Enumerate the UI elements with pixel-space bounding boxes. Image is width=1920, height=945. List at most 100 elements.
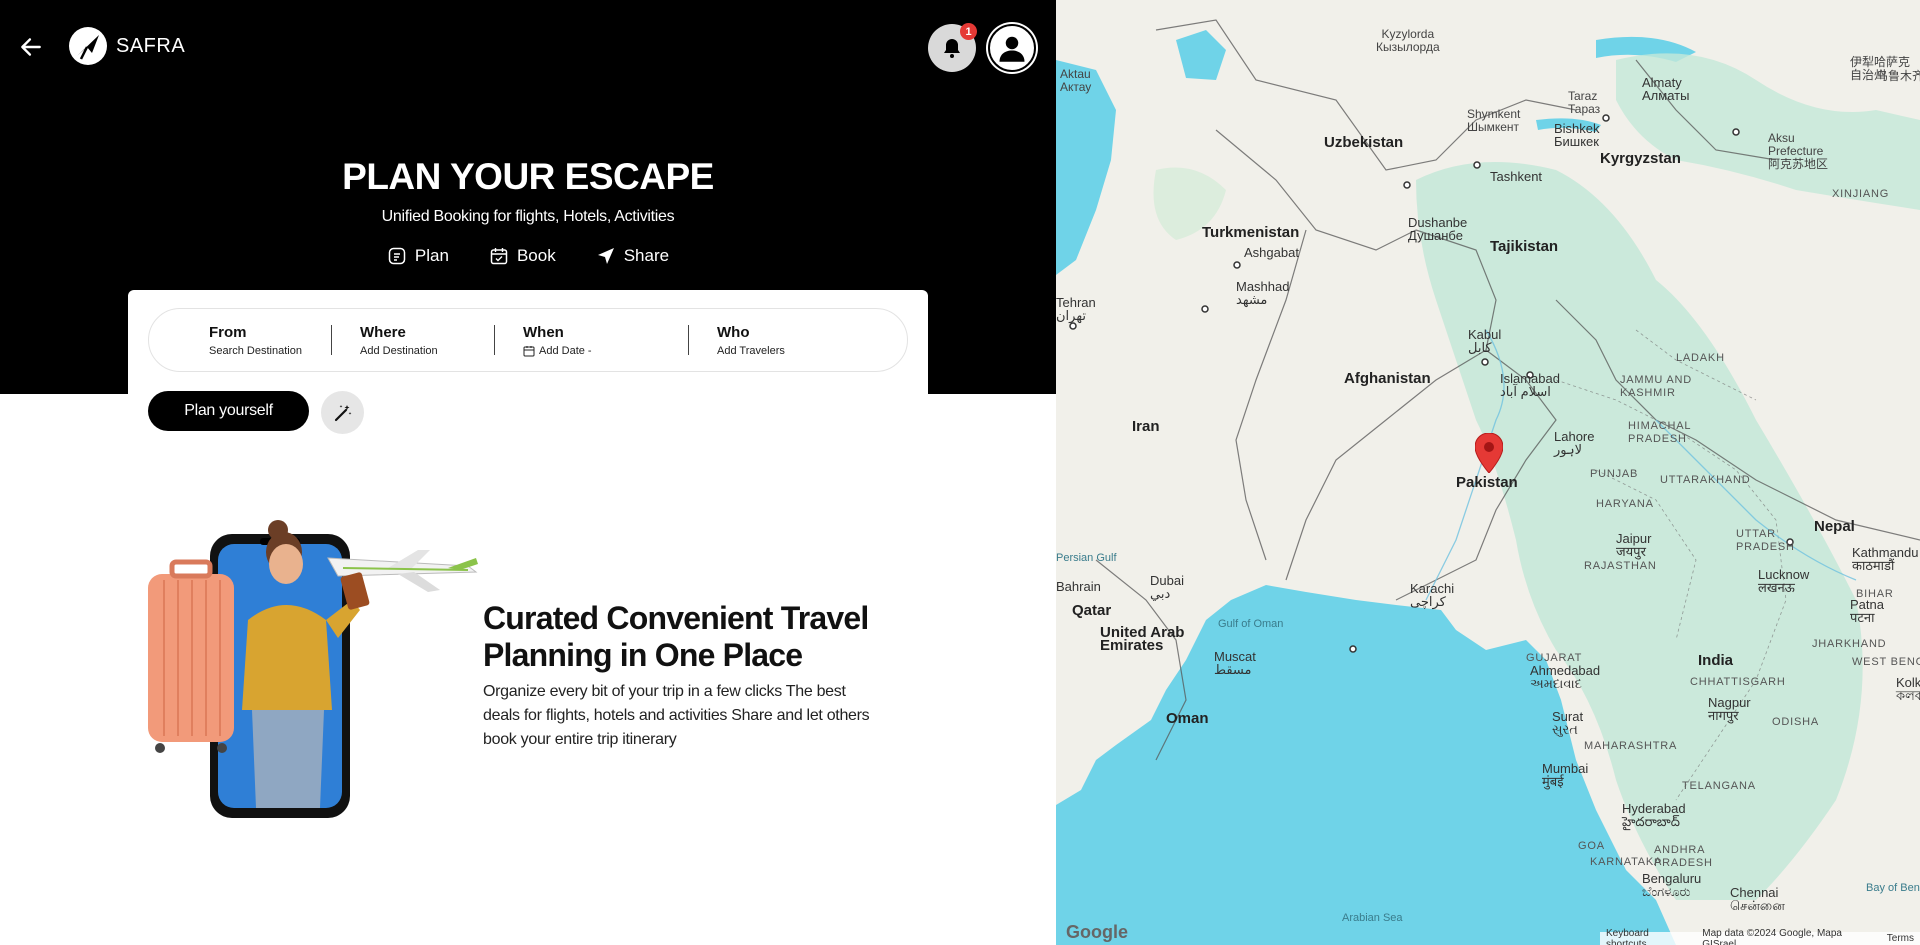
map-label: Kyrgyzstan — [1600, 150, 1681, 167]
map-label: Nagpur नागपुर — [1708, 695, 1751, 723]
location-pin-icon[interactable] — [1475, 433, 1503, 473]
map-label: ODISHA — [1772, 716, 1819, 728]
map-label: Tashkent — [1490, 169, 1543, 184]
map-label: Pakistan — [1456, 474, 1518, 491]
map-label: Kolk কলক — [1896, 675, 1920, 703]
brand-logo[interactable]: SAFRA — [68, 26, 185, 66]
send-icon — [597, 248, 614, 264]
map-label: Mashhad مشهد — [1236, 279, 1290, 307]
where-label: Where — [360, 323, 406, 341]
map-label: Ashgabat — [1244, 245, 1299, 260]
calendar-check-icon — [490, 248, 508, 265]
map-label: United Arab Emirates — [1100, 624, 1185, 654]
search-card: From Search Destination Where Add Destin… — [128, 290, 928, 394]
feature-description: Organize every bit of your trip in a few… — [483, 683, 870, 748]
map-label: Jaipur जयपुर — [1616, 531, 1652, 559]
map-label: Ahmedabad અમદાવાદ — [1530, 663, 1601, 691]
booking-panel: SAFRA 1 PLAN YOUR ESCAPE Unified Booking… — [0, 0, 1056, 945]
map-label: Turkmenistan — [1202, 224, 1300, 241]
map-label: Aktau Актау — [1060, 67, 1092, 94]
map-label: Kyzylorda Кызылорда — [1376, 27, 1440, 54]
map-label: Qatar — [1072, 602, 1112, 619]
map-label: Iran — [1132, 418, 1160, 435]
map-label: Karachi کراچی — [1410, 581, 1455, 609]
map-label: WEST BENG — [1852, 656, 1920, 668]
map-label: JAMMU AND KASHMIR — [1620, 374, 1692, 399]
feature-plan: Plan — [387, 246, 449, 266]
user-icon — [999, 36, 1025, 62]
map-label: HIMACHAL PRADESH — [1628, 420, 1692, 445]
map-label: Dushanbe Душанбе — [1408, 215, 1468, 243]
feature-share-label: Share — [623, 246, 670, 265]
map-label: Tehran تهران — [1056, 295, 1096, 323]
map-label: CHHATTISGARH — [1690, 676, 1786, 688]
from-field[interactable]: From Search Destination — [149, 309, 331, 371]
who-field[interactable]: Who Add Travelers — [689, 309, 859, 371]
bell-icon — [944, 39, 960, 58]
map-label: JHARKHAND — [1812, 638, 1887, 650]
when-field[interactable]: When Add Date - — [495, 309, 688, 371]
map-label: TELANGANA — [1682, 780, 1756, 792]
map-label: Bay of Ben — [1866, 882, 1920, 894]
map-label: Islamabad اسلام آباد — [1500, 371, 1560, 399]
map-label: Mumbai मुंबई — [1542, 761, 1589, 789]
map-label: MAHARASHTRA — [1584, 740, 1678, 752]
map-label: Bahrain — [1056, 579, 1101, 594]
from-placeholder: Search Destination — [209, 344, 302, 357]
notification-badge: 1 — [960, 23, 977, 40]
from-label: From — [209, 323, 247, 341]
where-field[interactable]: Where Add Destination — [332, 309, 494, 371]
when-sub: Add Date - — [523, 345, 688, 357]
map-label: Kathmandu काठमाडौं — [1852, 545, 1919, 573]
map-label: Surat સુરત — [1552, 709, 1584, 737]
map-label: RAJASTHAN — [1584, 560, 1657, 572]
feature-title: Curated Convenient Travel Planning in On… — [483, 600, 869, 673]
magic-wand-icon — [334, 404, 351, 421]
map-label: Lucknow लखनऊ — [1758, 567, 1810, 595]
map-label: LADAKH — [1676, 352, 1725, 364]
plane-logo-icon — [69, 27, 107, 65]
map-label: Lahore لاہور — [1554, 429, 1595, 457]
map-label: Tajikistan — [1490, 238, 1559, 255]
map-label: UTTAR PRADESH — [1736, 528, 1795, 553]
traveler-illustration — [148, 520, 478, 818]
map-label: HARYANA — [1596, 498, 1654, 510]
keyboard-shortcuts-link[interactable]: Keyboard shortcuts — [1606, 928, 1690, 945]
map-label: XINJIANG — [1832, 188, 1890, 200]
ai-plan-button[interactable] — [321, 391, 364, 434]
google-logo[interactable]: Google — [1066, 922, 1128, 943]
user-avatar-button[interactable] — [988, 24, 1036, 72]
map-label: India — [1698, 652, 1734, 669]
where-placeholder: Add Destination — [360, 344, 438, 357]
map-label: Aksu Prefecture 阿克苏地区 — [1768, 131, 1829, 171]
map-label: Muscat مسقط — [1214, 649, 1256, 677]
map-label: Hyderabad హైదరాబాద్ — [1622, 801, 1686, 829]
map-label: Taraz Тараз — [1568, 89, 1601, 116]
map-label: GOA — [1578, 840, 1605, 852]
feature-book: Book — [489, 246, 556, 266]
map-attribution: Keyboard shortcuts Map data ©2024 Google… — [1600, 928, 1920, 945]
hero-title: PLAN YOUR ESCAPE — [342, 156, 714, 197]
map-label: Chennai சென்னை — [1730, 885, 1785, 913]
map-label: Bengaluru ಬೆಂಗಳೂರು — [1642, 871, 1702, 899]
plan-icon — [388, 247, 406, 265]
map-label: Nepal — [1814, 518, 1855, 535]
map-label: Kabul کابل — [1468, 327, 1502, 355]
plan-yourself-button[interactable]: Plan yourself — [148, 391, 309, 431]
map-label: Bishkek Бишкек — [1554, 121, 1600, 149]
brand-name: SAFRA — [116, 34, 186, 57]
who-placeholder: Add Travelers — [717, 344, 785, 357]
search-bar: From Search Destination Where Add Destin… — [148, 308, 908, 372]
feature-book-label: Book — [516, 246, 556, 265]
when-placeholder: Add Date - — [539, 344, 592, 357]
map-label: Afghanistan — [1344, 370, 1431, 387]
feature-share: Share — [596, 246, 669, 266]
map-label: Almaty Алматы — [1642, 75, 1690, 103]
terms-link[interactable]: Terms — [1887, 933, 1914, 944]
hero-subtitle: Unified Booking for flights, Hotels, Act… — [381, 208, 675, 225]
calendar-icon — [523, 345, 535, 356]
map-label: PUNJAB — [1590, 468, 1639, 480]
back-arrow-icon[interactable] — [18, 34, 44, 60]
map-label: Arabian Sea — [1342, 912, 1403, 924]
map-label: UTTARAKHAND — [1660, 474, 1751, 486]
